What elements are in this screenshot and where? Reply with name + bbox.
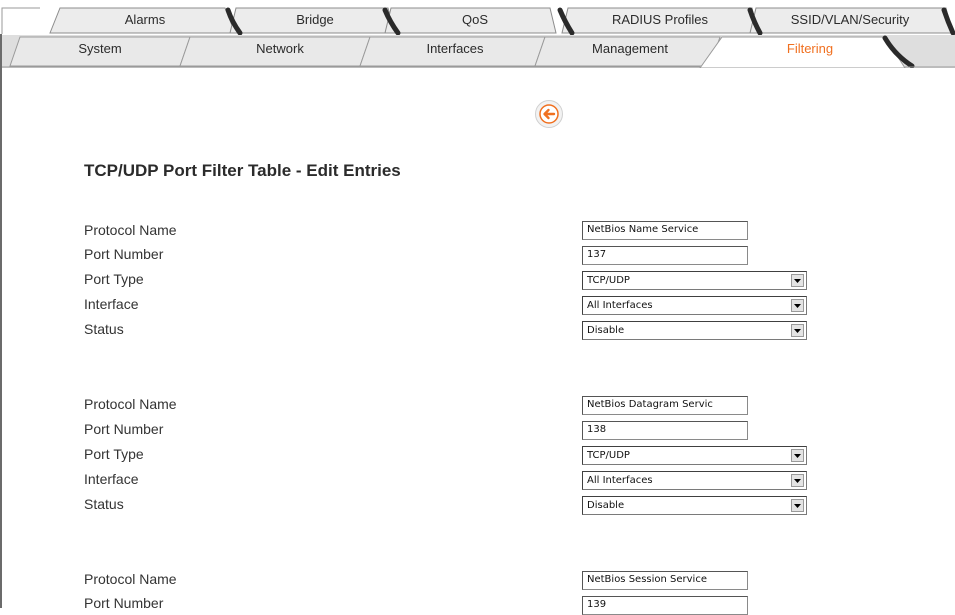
status-select[interactable]: Disable [582,496,807,515]
tab-network[interactable]: Network [210,38,350,60]
protocol-name-label: Protocol Name [84,222,177,238]
chevron-down-icon[interactable] [791,324,804,337]
port-type-value: TCP/UDP [587,275,630,286]
back-button[interactable] [535,100,563,128]
interface-select[interactable]: All Interfaces [582,296,807,315]
port-type-label: Port Type [84,446,144,462]
interface-label: Interface [84,471,139,487]
status-label: Status [84,496,124,512]
tab-interfaces[interactable]: Interfaces [385,38,525,60]
chevron-down-icon[interactable] [791,449,804,462]
frame-border [0,0,2,608]
port-type-select[interactable]: TCP/UDP [582,271,807,290]
chevron-down-icon[interactable] [791,299,804,312]
port-number-label: Port Number [84,246,164,262]
status-label: Status [84,321,124,337]
back-arrow-icon [539,104,559,124]
port-number-label: Port Number [84,595,164,611]
port-number-label: Port Number [84,421,164,437]
status-select[interactable]: Disable [582,321,807,340]
port-type-label: Port Type [84,271,144,287]
tab-radius-profiles[interactable]: RADIUS Profiles [575,9,745,31]
chevron-down-icon[interactable] [791,499,804,512]
tab-management[interactable]: Management [560,38,700,60]
port-number-field[interactable]: 137 [582,246,748,265]
tab-system[interactable]: System [40,38,160,60]
protocol-name-field[interactable]: NetBios Session Service [582,571,748,590]
interface-select[interactable]: All Interfaces [582,471,807,490]
protocol-name-field[interactable]: NetBios Name Service [582,221,748,240]
chevron-down-icon[interactable] [791,474,804,487]
protocol-name-label: Protocol Name [84,571,177,587]
tab-bridge[interactable]: Bridge [245,9,385,31]
interface-value: All Interfaces [587,475,653,486]
tab-filtering[interactable]: Filtering [740,38,880,60]
interface-label: Interface [84,296,139,312]
status-value: Disable [587,500,625,511]
tab-alarms[interactable]: Alarms [75,9,215,31]
port-number-field[interactable]: 138 [582,421,748,440]
port-type-select[interactable]: TCP/UDP [582,446,807,465]
status-value: Disable [587,325,625,336]
port-number-field[interactable]: 139 [582,596,748,615]
tab-qos[interactable]: QoS [405,9,545,31]
tab-ssid-vlan-security[interactable]: SSID/VLAN/Security [760,9,940,31]
interface-value: All Interfaces [587,300,653,311]
port-type-value: TCP/UDP [587,450,630,461]
chevron-down-icon[interactable] [791,274,804,287]
protocol-name-label: Protocol Name [84,396,177,412]
protocol-name-field[interactable]: NetBios Datagram Servic [582,396,748,415]
page-title: TCP/UDP Port Filter Table - Edit Entries [84,161,401,180]
